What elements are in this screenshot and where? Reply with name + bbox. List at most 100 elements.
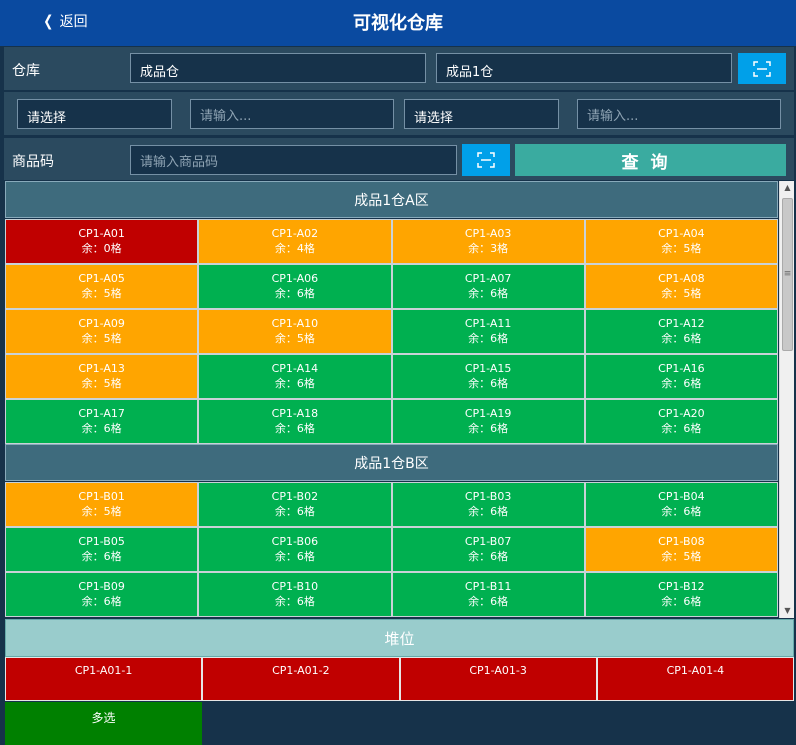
location-remaining: 余：6格 [274,377,315,390]
location-code: CP1-B02 [271,490,319,503]
pile-row: CP1-A01-1 CP1-A01-2 CP1-A01-3 CP1-A01-4 [5,657,794,701]
product-scan-button[interactable] [462,144,510,176]
location-cell[interactable]: CP1-B04 余：6格 [584,482,778,527]
location-cell[interactable]: CP1-A12 余：6格 [584,309,778,354]
location-cell[interactable]: CP1-A06 余：6格 [198,264,392,309]
location-remaining: 余：6格 [661,332,702,345]
location-remaining: 余：5格 [81,505,122,518]
location-code: CP1-A19 [464,407,512,420]
location-remaining: 余：5格 [661,550,702,563]
warehouse-select[interactable]: 成品仓 [130,53,426,83]
location-cell[interactable]: CP1-A19 余：6格 [391,399,585,444]
location-remaining: 余：6格 [468,595,509,608]
location-cell[interactable]: CP1-B01 余：5格 [5,482,199,527]
location-cell[interactable]: CP1-A17 余：6格 [5,399,199,444]
location-cell[interactable]: CP1-A05 余：5格 [5,264,199,309]
location-cell[interactable]: CP1-B06 余：6格 [198,527,392,572]
location-cell[interactable]: CP1-B09 余：6格 [5,572,199,617]
location-code: CP1-A14 [271,362,319,375]
location-cell[interactable]: CP1-A11 余：6格 [391,309,585,354]
location-code: CP1-A04 [658,227,705,240]
location-code: CP1-A13 [78,362,125,375]
pile-item[interactable]: CP1-A01-1 [5,657,203,701]
location-code: CP1-B10 [271,580,319,593]
location-remaining: 余：6格 [661,595,702,608]
warehouse-scan-button[interactable] [738,53,786,84]
location-code: CP1-B08 [658,535,705,548]
location-cell[interactable]: CP1-A08 余：5格 [584,264,778,309]
location-code: CP1-A08 [658,272,705,285]
location-cell[interactable]: CP1-B08 余：5格 [584,527,778,572]
shelf-input[interactable]: 请输入... [577,99,781,129]
pile-item[interactable]: CP1-A01-2 [202,657,400,701]
area-select[interactable]: 请选择 [17,99,172,129]
location-code: CP1-A05 [78,272,125,285]
location-code: CP1-A15 [464,362,512,375]
location-code: CP1-B01 [78,490,125,503]
pile-item[interactable]: CP1-A01-3 [399,657,597,701]
location-remaining: 余：6格 [661,505,702,518]
location-cell[interactable]: CP1-B02 余：6格 [198,482,392,527]
location-cell[interactable]: CP1-B12 余：6格 [584,572,778,617]
storage-grid: 成品1仓A区 CP1-A01 余：0格 CP1-A02 余：4格 CP1-A03 余：3格 C… [5,181,778,618]
grid-scrollbar[interactable]: ▲ ≡ ▼ [779,181,794,618]
multi-select-button[interactable]: 多选 [5,702,202,745]
location-remaining: 余：5格 [661,287,702,300]
location-remaining: 余：3格 [468,242,509,255]
shelf-select[interactable]: 请选择 [404,99,559,129]
location-remaining: 余：5格 [81,287,122,300]
grid-row: CP1-A01 余：0格 CP1-A02 余：4格 CP1-A03 余：3格 CP1-A04… [5,219,778,264]
location-cell[interactable]: CP1-A14 余：6格 [198,354,392,399]
warehouse-label: 仓库 [12,63,40,79]
location-remaining: 余：6格 [468,422,509,435]
location-cell[interactable]: CP1-A09 余：5格 [5,309,199,354]
location-cell[interactable]: CP1-B07 余：6格 [391,527,585,572]
location-cell[interactable]: CP1-B03 余：6格 [391,482,585,527]
location-cell[interactable]: CP1-A20 余：6格 [584,399,778,444]
grid-row: CP1-A05 余：5格 CP1-A06 余：6格 CP1-A07 余：6格 CP1-A08… [5,264,778,309]
grid-row: CP1-B09 余：6格 CP1-B10 余：6格 CP1-B11 余：6格 CP1-B12… [5,572,778,617]
scan-icon [753,60,771,77]
location-cell[interactable]: CP1-A13 余：5格 [5,354,199,399]
location-remaining: 余：6格 [468,550,509,563]
location-remaining: 余：6格 [81,550,122,563]
location-cell[interactable]: CP1-A16 余：6格 [584,354,778,399]
grid-row: CP1-B01 余：5格 CP1-B02 余：6格 CP1-B03 余：6格 CP1-B04… [5,482,778,527]
grid-row: CP1-A17 余：6格 CP1-A18 余：6格 CP1-A19 余：6格 CP1-A20… [5,399,778,444]
warehouse-row: 仓库 成品仓 成品1仓 [4,47,794,90]
location-code: CP1-A10 [271,317,319,330]
product-code-input[interactable]: 请输入商品码 [130,145,457,175]
location-cell[interactable]: CP1-A10 余：5格 [198,309,392,354]
location-code: CP1-A12 [658,317,705,330]
query-button[interactable]: 查询 [515,144,786,176]
pile-item[interactable]: CP1-A01-4 [596,657,794,701]
location-cell[interactable]: CP1-A03 余：3格 [391,219,585,264]
location-remaining: 余：6格 [661,377,702,390]
location-cell[interactable]: CP1-A07 余：6格 [391,264,585,309]
product-code-label: 商品码 [12,154,54,170]
location-cell[interactable]: CP1-B05 余：6格 [5,527,199,572]
scroll-down-icon[interactable]: ▼ [780,604,795,618]
location-cell[interactable]: CP1-A18 余：6格 [198,399,392,444]
location-cell[interactable]: CP1-B11 余：6格 [391,572,585,617]
location-code: CP1-A18 [271,407,319,420]
location-cell[interactable]: CP1-A15 余：6格 [391,354,585,399]
location-remaining: 余：6格 [661,422,702,435]
location-code: CP1-B07 [464,535,512,548]
area-input[interactable]: 请输入... [190,99,394,129]
location-cell[interactable]: CP1-B10 余：6格 [198,572,392,617]
location-remaining: 余：5格 [274,332,315,345]
location-code: CP1-A16 [658,362,705,375]
location-remaining: 余：6格 [274,287,315,300]
location-cell[interactable]: CP1-A02 余：4格 [198,219,392,264]
location-code: CP1-B03 [464,490,512,503]
scroll-up-icon[interactable]: ▲ [780,181,795,195]
location-cell[interactable]: CP1-A04 余：5格 [584,219,778,264]
location-code: CP1-A17 [78,407,125,420]
sub-warehouse-select[interactable]: 成品1仓 [436,53,732,83]
pile-section-title: 堆位 [5,619,794,657]
location-cell[interactable]: CP1-A01 余：0格 [5,219,199,264]
location-remaining: 余：6格 [274,505,315,518]
location-code: CP1-B09 [78,580,125,593]
location-code: CP1-A06 [271,272,319,285]
